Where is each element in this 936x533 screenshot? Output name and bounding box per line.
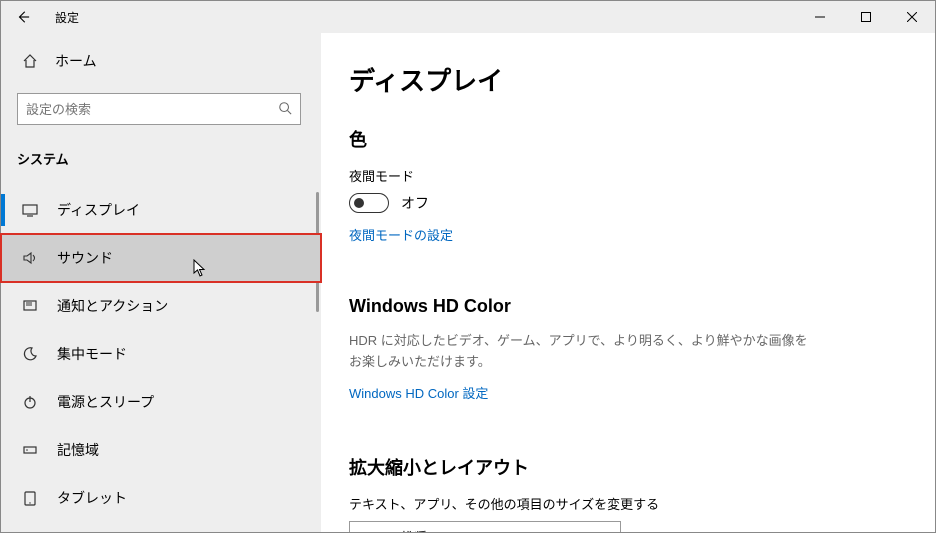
nav-list: ディスプレイ サウンド 通知とアクション 集中モード	[1, 186, 321, 522]
toggle-knob	[354, 198, 364, 208]
app-body: ホーム システム ディスプレイ サ	[1, 33, 935, 532]
sidebar-item-label: 集中モード	[57, 344, 127, 364]
sidebar-item-power[interactable]: 電源とスリープ	[1, 378, 321, 426]
sidebar-item-notifications[interactable]: 通知とアクション	[1, 282, 321, 330]
sidebar-item-label: タブレット	[57, 488, 127, 508]
maximize-icon	[861, 12, 871, 22]
home-icon	[21, 53, 39, 69]
window-controls	[797, 1, 935, 33]
hdcolor-description: HDR に対応したビデオ、ゲーム、アプリで、より明るく、より鮮やかな画像をお楽し…	[349, 331, 809, 373]
tablet-icon	[21, 490, 39, 506]
scale-heading: 拡大縮小とレイアウト	[349, 454, 895, 480]
search-icon	[278, 101, 292, 118]
search-field[interactable]	[26, 102, 278, 117]
close-button[interactable]	[889, 1, 935, 33]
sidebar-item-sound[interactable]: サウンド	[1, 234, 321, 282]
night-mode-label: 夜間モード	[349, 166, 895, 185]
sidebar-item-label: 通知とアクション	[57, 296, 168, 316]
chevron-down-icon	[598, 529, 610, 532]
sidebar-item-focus[interactable]: 集中モード	[1, 330, 321, 378]
section-title: システム	[1, 137, 321, 180]
scale-label: テキスト、アプリ、その他の項目のサイズを変更する	[349, 494, 895, 513]
sidebar-item-label: 記憶域	[57, 440, 99, 460]
arrow-left-icon	[16, 10, 30, 24]
storage-icon	[21, 442, 39, 458]
color-heading: 色	[349, 126, 895, 152]
night-mode-toggle[interactable]	[349, 193, 389, 213]
titlebar: 設定	[1, 1, 935, 33]
sidebar: ホーム システム ディスプレイ サ	[1, 33, 321, 532]
moon-icon	[21, 346, 39, 362]
sidebar-item-display[interactable]: ディスプレイ	[1, 186, 321, 234]
close-icon	[907, 12, 917, 22]
search-input[interactable]	[17, 93, 301, 125]
sidebar-item-tablet[interactable]: タブレット	[1, 474, 321, 522]
back-button[interactable]	[1, 1, 45, 33]
power-icon	[21, 394, 39, 410]
notification-icon	[21, 298, 39, 314]
page-title: ディスプレイ	[349, 61, 895, 98]
night-mode-state: オフ	[401, 193, 429, 213]
sidebar-item-label: サウンド	[57, 248, 113, 268]
sidebar-item-label: ディスプレイ	[57, 200, 140, 220]
home-label: ホーム	[55, 51, 97, 71]
minimize-icon	[815, 12, 825, 22]
hdcolor-heading: Windows HD Color	[349, 296, 895, 317]
home-button[interactable]: ホーム	[1, 41, 321, 81]
display-icon	[21, 202, 39, 218]
minimize-button[interactable]	[797, 1, 843, 33]
sound-icon	[21, 250, 39, 266]
window-title: 設定	[55, 9, 79, 26]
sidebar-item-label: 電源とスリープ	[57, 392, 154, 412]
main-content: ディスプレイ 色 夜間モード オフ 夜間モードの設定 Windows HD Co…	[321, 33, 935, 532]
hdcolor-settings-link[interactable]: Windows HD Color 設定	[349, 383, 488, 402]
night-mode-settings-link[interactable]: 夜間モードの設定	[349, 225, 453, 244]
maximize-button[interactable]	[843, 1, 889, 33]
scale-value: 100% (推奨)	[360, 527, 432, 532]
search-wrap	[1, 81, 321, 137]
sidebar-item-storage[interactable]: 記憶域	[1, 426, 321, 474]
scale-dropdown[interactable]: 100% (推奨)	[349, 521, 621, 532]
